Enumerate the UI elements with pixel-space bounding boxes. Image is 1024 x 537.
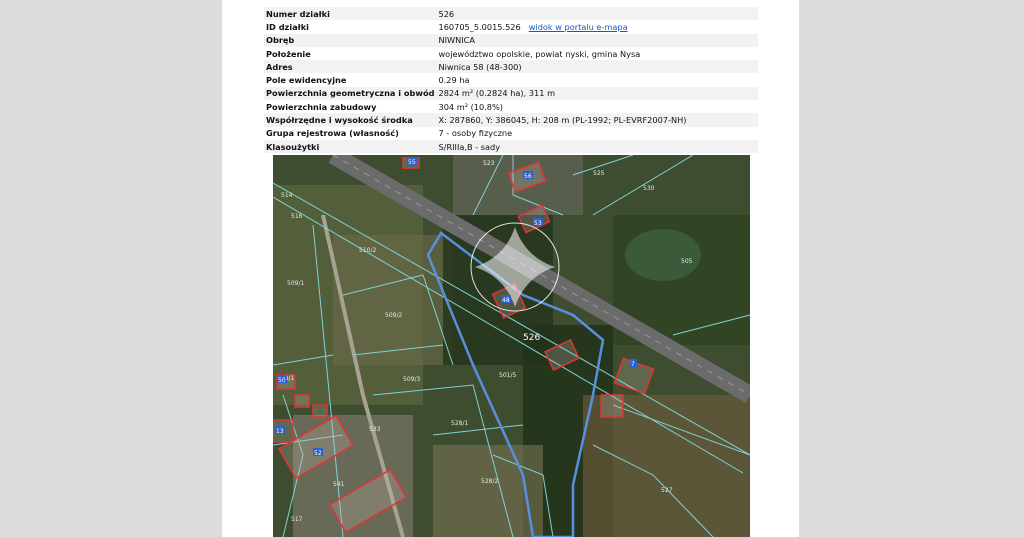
building: [294, 394, 310, 408]
parcel-label: 533: [369, 426, 381, 433]
row-grupa-rejestrowa: Grupa rejestrowa (własność) 7 - osoby fiz…: [264, 127, 758, 140]
parcel-label: 517: [291, 516, 303, 523]
row-value: 304 m² (10.8%): [438, 101, 503, 112]
row-label: Obręb: [264, 33, 437, 47]
row-label: Pole ewidencyjne: [266, 75, 347, 86]
selected-parcel-label: 526: [523, 333, 540, 343]
row-value: 2824 m² (0.2824 ha), 311 m: [436, 86, 758, 101]
row-powierzchnia-zabudowy: Powierzchnia zabudowy 304 m² (10.8%): [264, 100, 758, 113]
row-id-dzialki: ID działki 160705_5.0015.526 widok w porta…: [264, 20, 758, 33]
row-label: Adres: [264, 60, 437, 74]
row-polozenie: Położenie województwo opolskie, powiat ny…: [264, 47, 758, 60]
parcel-label: 523: [483, 160, 495, 167]
building-number: 56: [524, 173, 532, 180]
row-value: 0.29 ha: [438, 75, 470, 86]
row-label: Współrzędne i wysokość środka: [264, 113, 437, 127]
parcel-label: 501/5: [499, 372, 516, 379]
row-value: NIWNICA: [436, 33, 758, 47]
parcel-label: 516: [291, 213, 303, 220]
building-number: 7: [631, 361, 635, 368]
row-value: województwo opolskie, powiat nyski, gmin…: [438, 48, 641, 59]
row-label: Położenie: [266, 48, 311, 59]
parcel-label: 505: [681, 258, 693, 265]
parcel-label: 528/1: [451, 420, 468, 427]
building-number: 55: [408, 159, 416, 166]
building: [600, 394, 624, 418]
row-label: Numer działki: [264, 7, 437, 21]
row-pole-ewidencyjne: Pole ewidencyjne 0.29 ha: [264, 73, 758, 86]
parcel-label: 541: [333, 481, 345, 488]
row-adres: Adres Niwnica 58 (48-300): [264, 60, 758, 74]
row-label: Powierzchnia geometryczna i obwód: [264, 86, 437, 101]
report-page: Numer działki 526 ID działki 160705_5.0015…: [222, 0, 799, 537]
row-label: Grupa rejestrowa (własność): [266, 128, 399, 139]
parcel-label: 509/2: [385, 312, 402, 319]
row-numer-dzialki: Numer działki 526: [264, 7, 758, 21]
building-number: 50: [278, 377, 286, 384]
row-obreb: Obręb NIWNICA: [264, 33, 758, 47]
parcel-label: 509/3: [403, 376, 420, 383]
building-number: 13: [276, 428, 284, 435]
row-value: X: 287860, Y: 386045, H: 208 m (PL-1992;…: [436, 113, 758, 127]
building-number: 48: [502, 297, 510, 304]
row-label: Klasoużytki: [264, 139, 437, 154]
row-value: Niwnica 58 (48-300): [436, 60, 758, 74]
emapa-portal-link[interactable]: widok w portalu e-mapa: [529, 22, 628, 32]
row-value: 7 - osoby fizyczne: [438, 128, 513, 139]
parcel-label: 530: [643, 185, 655, 192]
row-value: 526: [436, 7, 758, 21]
parcel-label: 510/2: [359, 247, 376, 254]
row-value: S/RIIIa,B - sady: [436, 139, 758, 154]
parcel-label: 509/1: [287, 280, 304, 287]
parcel-label: 514: [281, 192, 293, 199]
building-number: 53: [534, 220, 542, 227]
parcel-label: 527: [661, 487, 673, 494]
location-marker: [470, 222, 560, 312]
parcel-map[interactable]: 523 525 530 514 516 510/2 509/2 509/1 50…: [273, 155, 750, 537]
row-label: Powierzchnia zabudowy: [266, 101, 377, 112]
pond: [625, 229, 701, 281]
building-number: 52: [314, 450, 322, 457]
row-powierzchnia-geometryczna: Powierzchnia geometryczna i obwód 2824 m²…: [264, 86, 758, 101]
building: [312, 404, 328, 418]
parcel-label: 528/2: [481, 478, 498, 485]
parcel-info-table: Numer działki 526 ID działki 160705_5.0015…: [264, 7, 758, 154]
row-label: ID działki: [266, 21, 309, 32]
row-klasouzytki: Klasoużytki S/RIIIa,B - sady: [264, 139, 758, 154]
row-value-cell: 160705_5.0015.526 widok w portalu e-mapa: [436, 20, 758, 33]
map-svg: 523 525 530 514 516 510/2 509/2 509/1 50…: [273, 155, 750, 537]
row-wspolrzedne: Współrzędne i wysokość środka X: 287860, …: [264, 113, 758, 127]
row-value: 160705_5.0015.526: [438, 21, 521, 32]
parcel-label: 525: [593, 170, 605, 177]
